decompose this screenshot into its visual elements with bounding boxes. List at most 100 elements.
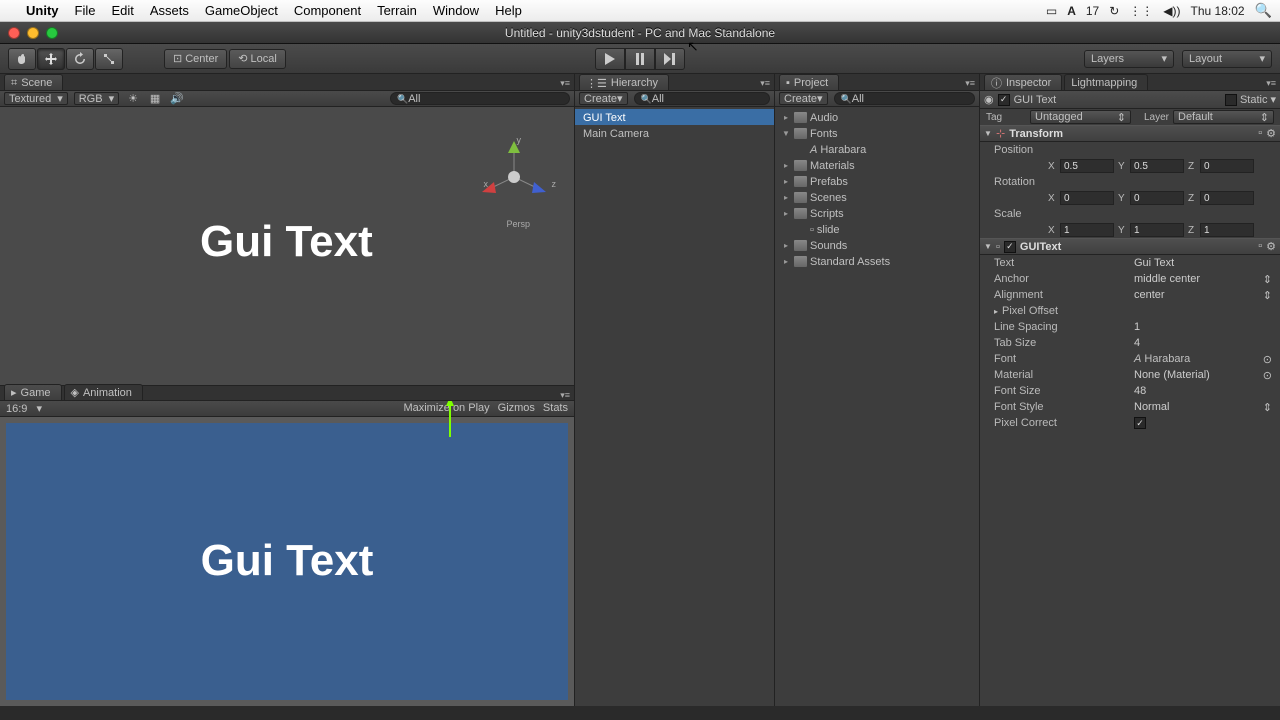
rotation-z-input[interactable]	[1200, 191, 1254, 205]
spotlight-icon[interactable]: 🔍	[1255, 2, 1272, 19]
guitext-component-header[interactable]: ▼▫ ✓ GUIText ▫⚙	[980, 238, 1280, 255]
help-icon[interactable]: ▫	[1258, 240, 1262, 253]
zoom-window-button[interactable]	[46, 27, 58, 39]
scene-search-input[interactable]: 🔍All	[390, 92, 570, 105]
inspector-panel-menu-icon[interactable]: ▾≡	[1266, 78, 1276, 89]
tab-size-input[interactable]: 4	[1134, 337, 1272, 349]
hierarchy-panel-menu-icon[interactable]: ▾≡	[760, 78, 770, 89]
menu-file[interactable]: File	[67, 3, 104, 18]
scale-y-input[interactable]	[1130, 223, 1184, 237]
menu-window[interactable]: Window	[425, 3, 487, 18]
project-item-audio[interactable]: ▸Audio	[775, 109, 979, 125]
hand-tool[interactable]	[8, 48, 36, 70]
project-item-scenes[interactable]: ▸Scenes	[775, 189, 979, 205]
scene-light-toggle-icon[interactable]: ☀	[125, 92, 141, 106]
game-panel-menu-icon[interactable]: ▾≡	[560, 390, 570, 401]
line-spacing-input[interactable]: 1	[1134, 321, 1272, 333]
scene-rendermode-dropdown[interactable]: RGB ▾	[74, 92, 119, 105]
gear-icon[interactable]: ⚙	[1266, 240, 1276, 253]
text-prop-value[interactable]: Gui Text	[1134, 257, 1272, 269]
layers-dropdown[interactable]: Layers▾	[1084, 50, 1174, 68]
stats-toggle[interactable]: Stats	[543, 402, 568, 414]
scale-z-input[interactable]	[1200, 223, 1254, 237]
pivot-center-toggle[interactable]: ⊡Center	[164, 49, 227, 69]
clock[interactable]: Thu 18:02	[1191, 4, 1245, 18]
inspector-tab[interactable]: ⓘInspector	[984, 74, 1062, 90]
project-item-standard-assets[interactable]: ▸Standard Assets	[775, 253, 979, 269]
project-item-scripts[interactable]: ▸Scripts	[775, 205, 979, 221]
static-checkbox[interactable]	[1225, 94, 1237, 106]
pause-button[interactable]	[625, 48, 655, 70]
menu-assets[interactable]: Assets	[142, 3, 197, 18]
scene-panel-menu-icon[interactable]: ▾≡	[560, 78, 570, 89]
gizmo-x-label: x	[484, 179, 489, 189]
close-window-button[interactable]	[8, 27, 20, 39]
hierarchy-create-dropdown[interactable]: Create ▾	[579, 92, 628, 105]
scene-shading-dropdown[interactable]: Textured ▾	[4, 92, 68, 105]
gear-icon[interactable]: ⚙	[1266, 127, 1276, 140]
transform-component-header[interactable]: ▼⊹ Transform ▫⚙	[980, 125, 1280, 142]
aspect-dropdown[interactable]: 16:9 ▾	[6, 402, 42, 415]
project-item-slide[interactable]: ▫slide	[775, 221, 979, 237]
rotation-x-input[interactable]	[1060, 191, 1114, 205]
move-tool[interactable]	[37, 48, 65, 70]
scene-view[interactable]: Gui Text ○◻ y x z Persp	[0, 107, 574, 385]
menu-help[interactable]: Help	[487, 3, 530, 18]
layer-dropdown[interactable]: Default⇕	[1173, 110, 1274, 124]
battery-icon[interactable]: ▭	[1046, 4, 1057, 18]
position-x-input[interactable]	[1060, 159, 1114, 173]
hierarchy-item-camera[interactable]: Main Camera	[575, 125, 774, 141]
animation-tab[interactable]: ◈Animation	[64, 384, 143, 400]
position-y-input[interactable]	[1130, 159, 1184, 173]
hierarchy-search-input[interactable]: 🔍All	[634, 92, 770, 105]
help-icon[interactable]: ▫	[1258, 127, 1262, 140]
hierarchy-tab[interactable]: ⋮☰Hierarchy	[579, 74, 669, 90]
pixel-correct-checkbox[interactable]: ✓	[1134, 417, 1146, 429]
gizmos-toggle[interactable]: Gizmos	[498, 402, 535, 414]
project-item-materials[interactable]: ▸Materials	[775, 157, 979, 173]
menu-gameobject[interactable]: GameObject	[197, 3, 286, 18]
position-z-input[interactable]	[1200, 159, 1254, 173]
volume-icon[interactable]: ◀))	[1163, 4, 1180, 18]
scene-tab[interactable]: ⌗Scene	[4, 74, 63, 90]
material-field[interactable]: None (Material)	[1134, 369, 1263, 381]
hierarchy-item-guitext[interactable]: GUI Text	[575, 109, 774, 125]
rotate-tool[interactable]	[66, 48, 94, 70]
project-panel-menu-icon[interactable]: ▾≡	[965, 78, 975, 89]
layout-dropdown[interactable]: Layout▾	[1182, 50, 1272, 68]
menu-edit[interactable]: Edit	[103, 3, 141, 18]
font-size-input[interactable]: 48	[1134, 385, 1272, 397]
timemachine-icon[interactable]: ↻	[1109, 4, 1119, 18]
menu-terrain[interactable]: Terrain	[369, 3, 425, 18]
project-item-fonts[interactable]: ▼Fonts	[775, 125, 979, 141]
game-tab[interactable]: ▸Game	[4, 384, 62, 400]
project-create-dropdown[interactable]: Create ▾	[779, 92, 828, 105]
tag-dropdown[interactable]: Untagged⇕	[1030, 110, 1131, 124]
font-field[interactable]: A Harabara	[1134, 353, 1263, 365]
project-search-input[interactable]: 🔍All	[834, 92, 975, 105]
alignment-dropdown[interactable]: center	[1134, 289, 1263, 301]
scene-skybox-toggle-icon[interactable]: ▦	[147, 92, 163, 106]
active-checkbox[interactable]: ✓	[998, 94, 1010, 106]
play-button[interactable]	[595, 48, 625, 70]
step-button[interactable]	[655, 48, 685, 70]
minimize-window-button[interactable]	[27, 27, 39, 39]
project-tab[interactable]: ▪Project	[779, 74, 839, 90]
project-item-prefabs[interactable]: ▸Prefabs	[775, 173, 979, 189]
menu-component[interactable]: Component	[286, 3, 369, 18]
font-style-dropdown[interactable]: Normal	[1134, 401, 1263, 413]
project-item-sounds[interactable]: ▸Sounds	[775, 237, 979, 253]
anchor-dropdown[interactable]: middle center	[1134, 273, 1263, 285]
scale-tool[interactable]	[95, 48, 123, 70]
scale-x-input[interactable]	[1060, 223, 1114, 237]
lightmapping-tab[interactable]: Lightmapping	[1064, 74, 1148, 90]
pixel-offset-label[interactable]: Pixel Offset	[1002, 305, 1142, 317]
guitext-enabled-checkbox[interactable]: ✓	[1004, 241, 1016, 253]
menu-app[interactable]: Unity	[18, 3, 67, 18]
adobe-icon[interactable]: A	[1067, 4, 1076, 18]
rotation-y-input[interactable]	[1130, 191, 1184, 205]
bluetooth-icon[interactable]: ⋮⋮	[1129, 4, 1153, 18]
scene-audio-toggle-icon[interactable]: 🔊	[169, 92, 185, 106]
pivot-local-toggle[interactable]: ⟲Local	[229, 49, 286, 69]
project-item-harabara[interactable]: AHarabara	[775, 141, 979, 157]
